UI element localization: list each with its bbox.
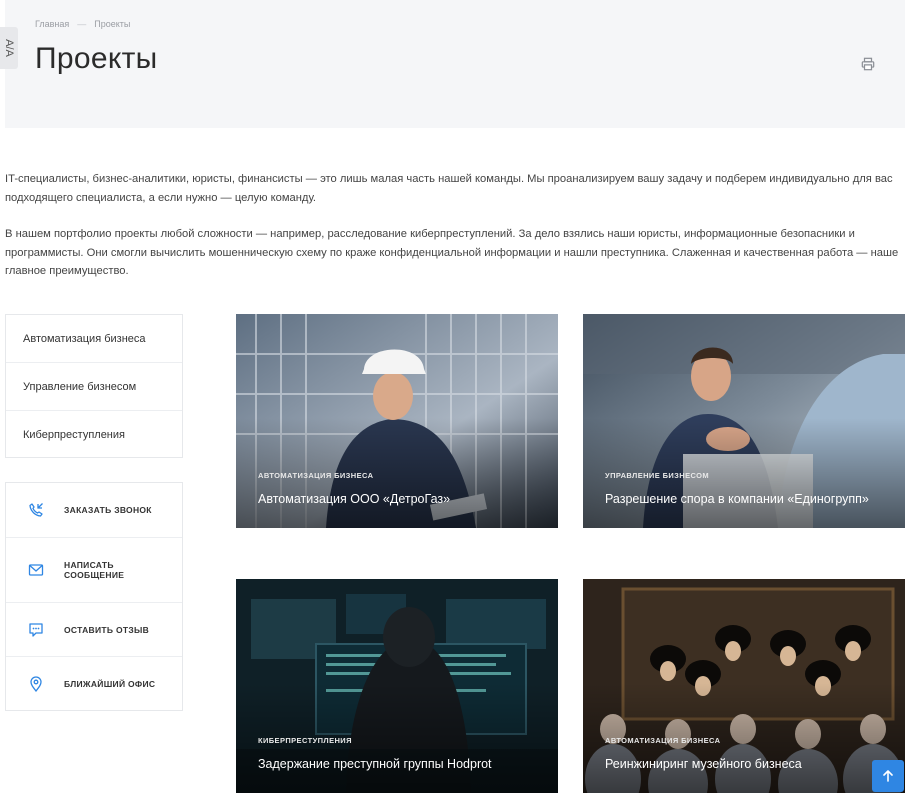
breadcrumb-separator: — (77, 19, 87, 29)
project-title: Разрешение спора в компании «Единогрупп» (605, 492, 869, 506)
project-title: Задержание преступной группы Hodprot (258, 757, 492, 771)
chat-icon (29, 622, 43, 637)
print-icon[interactable] (861, 57, 875, 71)
envelope-icon (28, 564, 44, 576)
contact-actions: Заказать звонок Написать сообщение Остав… (5, 482, 183, 711)
action-label: Оставить отзыв (64, 624, 150, 635)
phone-icon (29, 503, 43, 517)
category-menu: Автоматизация бизнеса Управление бизнесо… (5, 314, 183, 458)
scroll-to-top-button[interactable] (872, 760, 904, 792)
project-title: Реинжиниринг музейного бизнеса (605, 757, 802, 771)
action-label: Написать сообщение (64, 560, 125, 580)
category-management[interactable]: Управление бизнесом (6, 363, 182, 411)
project-card[interactable]: Автоматизация бизнеса Автоматизация ООО … (236, 314, 558, 528)
order-call-button[interactable]: Заказать звонок (6, 483, 182, 538)
write-message-button[interactable]: Написать сообщение (6, 538, 182, 603)
breadcrumb-home[interactable]: Главная (35, 19, 69, 29)
project-tag: Автоматизация бизнеса (605, 736, 721, 745)
breadcrumb: Главная — Проекты (35, 19, 130, 29)
project-tag: Автоматизация бизнеса (258, 471, 374, 480)
arrow-up-icon (883, 770, 893, 782)
leave-review-button[interactable]: Оставить отзыв (6, 603, 182, 657)
project-card[interactable]: Автоматизация бизнеса Реинжиниринг музей… (583, 579, 905, 793)
project-tag: Киберпреступления (258, 736, 352, 745)
project-card[interactable]: Киберпреступления Задержание преступной … (236, 579, 558, 793)
category-automation[interactable]: Автоматизация бизнеса (6, 315, 182, 363)
project-tag: Управление бизнесом (605, 471, 710, 480)
accessibility-toggle[interactable]: A/A (0, 27, 18, 69)
page-title: Проекты (35, 42, 158, 75)
intro-paragraph: В нашем портфолио проекты любой сложност… (5, 228, 899, 277)
nearest-office-button[interactable]: Ближайший офис (6, 657, 182, 710)
intro-paragraph: IT-специалисты, бизнес-аналитики, юристы… (5, 173, 893, 204)
intro-text: IT-специалисты, бизнес-аналитики, юристы… (5, 170, 905, 299)
category-cybercrime[interactable]: Киберпреступления (6, 411, 182, 459)
project-title: Автоматизация ООО «ДетроГаз» (258, 492, 451, 506)
action-label: Ближайший офис (64, 678, 156, 689)
location-pin-icon (30, 675, 42, 692)
action-label: Заказать звонок (64, 505, 152, 515)
project-card[interactable]: Управление бизнесом Разрешение спора в к… (583, 314, 905, 528)
breadcrumb-current: Проекты (94, 19, 131, 29)
